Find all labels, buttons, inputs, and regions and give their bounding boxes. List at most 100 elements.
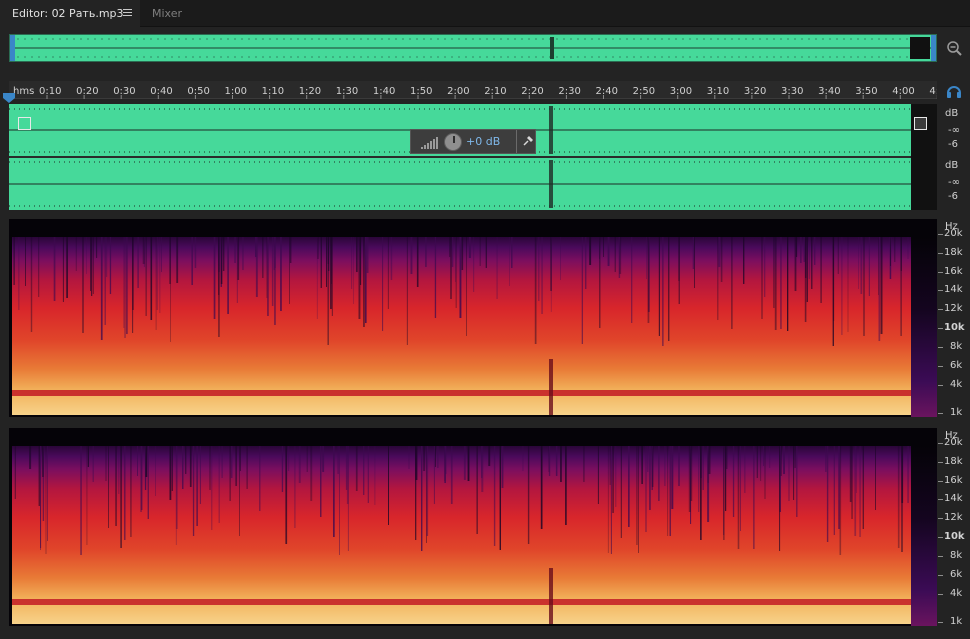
spectrogram-streak — [763, 446, 764, 466]
spectrogram-streak — [820, 237, 822, 303]
spectrogram-streak — [38, 446, 40, 506]
spectrogram-streak — [137, 446, 138, 476]
overview-waveform[interactable] — [9, 34, 937, 62]
spectrogram-streak — [199, 446, 201, 504]
spectrogram-streak — [651, 446, 653, 490]
spectrogram-streak — [509, 237, 510, 286]
spectrogram-streak — [156, 237, 158, 310]
spectrogram-streak — [390, 237, 393, 280]
spectrogram-streak — [161, 237, 162, 272]
overview-handle-left[interactable] — [10, 35, 15, 61]
spectrogram-streak — [267, 237, 269, 316]
spectrogram-streak — [333, 446, 335, 537]
spectrogram-streak — [367, 446, 369, 503]
hud-separator — [516, 130, 517, 153]
tab-editor-label: Editor: 02 Рать.mp3 — [12, 7, 124, 20]
spectrogram-streak — [581, 237, 583, 344]
spectrogram-streak — [550, 237, 552, 312]
time-ruler[interactable]: hms 0:10 0:20 0:30 0:40 0:50 1:00 1:10 1:20 1:30 1… — [9, 81, 937, 99]
spectrogram-streak — [388, 446, 389, 525]
spectrogram-streak — [863, 237, 865, 336]
panel-menu-icon[interactable] — [123, 9, 132, 17]
spectrogram-streak — [900, 237, 902, 271]
spectrogram-streak — [851, 446, 853, 519]
spectrogram-streak — [159, 237, 161, 313]
freq-tick-label: 20k — [944, 437, 963, 448]
pin-icon[interactable] — [522, 135, 534, 147]
tab-mixer-label: Mixer — [152, 7, 183, 20]
spectrogram-streak — [499, 446, 501, 550]
spectrogram-streak — [833, 446, 835, 535]
overview-handle-right[interactable] — [931, 35, 936, 61]
spectrogram-streak — [720, 237, 723, 282]
spectrogram-streak — [445, 446, 447, 474]
spectrogram-streak — [808, 237, 810, 279]
spectrogram-streak — [218, 237, 220, 295]
spectrogram-streak — [907, 237, 909, 259]
spectrogram-channel-2[interactable] — [9, 428, 937, 626]
spectrogram-streak — [664, 446, 666, 486]
zoom-out-icon[interactable] — [946, 40, 962, 56]
spectrogram-streak — [229, 446, 231, 501]
spectrogram-streak — [641, 446, 643, 484]
spectrogram-streak — [668, 237, 670, 341]
tab-editor[interactable]: Editor: 02 Рать.mp3 — [0, 0, 140, 27]
spectrogram-streak — [451, 237, 454, 267]
spectrogram-streak — [607, 446, 609, 553]
spectrogram-streak — [731, 237, 733, 329]
spectrogram-streak — [406, 237, 408, 345]
ruler-tick-label: 3:00 — [670, 86, 692, 97]
freq-tick-label: 10k — [944, 531, 965, 542]
spectrogram-streak — [363, 446, 365, 495]
spectrogram-streak — [92, 446, 94, 482]
volume-knob[interactable] — [444, 133, 462, 151]
spectrogram-streak — [585, 237, 587, 289]
freq-tick — [938, 272, 943, 273]
spectrogram-streak — [360, 237, 362, 285]
spectrogram-streak — [527, 446, 530, 544]
spectrogram-streak — [130, 446, 132, 537]
spectrogram-streak — [415, 446, 418, 480]
ruler-tick-label: 0:10 — [39, 86, 61, 97]
spectrogram-streak — [75, 237, 77, 271]
spectrogram-streak — [463, 446, 466, 480]
spectrogram-channel-1[interactable] — [9, 219, 937, 417]
headphones-icon[interactable] — [946, 83, 962, 99]
spectrogram-streak — [597, 446, 599, 504]
spectrogram-streak — [142, 237, 145, 264]
freq-tick — [938, 537, 943, 538]
spectrogram-streak — [455, 237, 457, 308]
db-inf-ch1: -∞ — [948, 125, 960, 136]
tab-mixer[interactable]: Mixer — [140, 0, 210, 27]
spectrogram-transient — [549, 359, 553, 415]
spectrogram-streak — [692, 237, 695, 269]
spectrogram-streak — [29, 446, 32, 469]
spectrogram-streak — [374, 446, 376, 505]
overview-trace — [10, 37, 936, 59]
panel-resize-grip[interactable] — [498, 213, 522, 227]
freq-tick — [938, 481, 943, 482]
spectrogram-streak — [678, 446, 680, 486]
playhead-icon[interactable] — [3, 93, 15, 103]
freq-tick — [938, 518, 943, 519]
spectrogram-streak — [108, 446, 109, 528]
spectrogram-streak — [421, 446, 423, 551]
ruler-tick-label: 3:30 — [781, 86, 803, 97]
waveform-display[interactable] — [9, 104, 937, 210]
spectrogram-streak — [779, 446, 781, 551]
ruler-tick-label: 2:30 — [558, 86, 580, 97]
fade-out-handle-icon[interactable] — [914, 117, 927, 130]
freq-tick — [938, 462, 943, 463]
spectrogram-streak — [86, 446, 88, 545]
freq-tick — [938, 499, 943, 500]
freq-tick — [938, 347, 943, 348]
spectrogram-streak — [718, 237, 721, 267]
spectrogram-streak — [631, 237, 633, 323]
volume-value[interactable]: +0 dB — [466, 135, 500, 148]
fade-in-handle-icon[interactable] — [18, 117, 31, 130]
spectrogram-streak — [811, 237, 813, 289]
spectrogram-streak — [351, 237, 353, 289]
spectrogram-streak — [548, 446, 551, 476]
spectrogram-streak — [796, 237, 798, 257]
freq-tick — [938, 253, 943, 254]
